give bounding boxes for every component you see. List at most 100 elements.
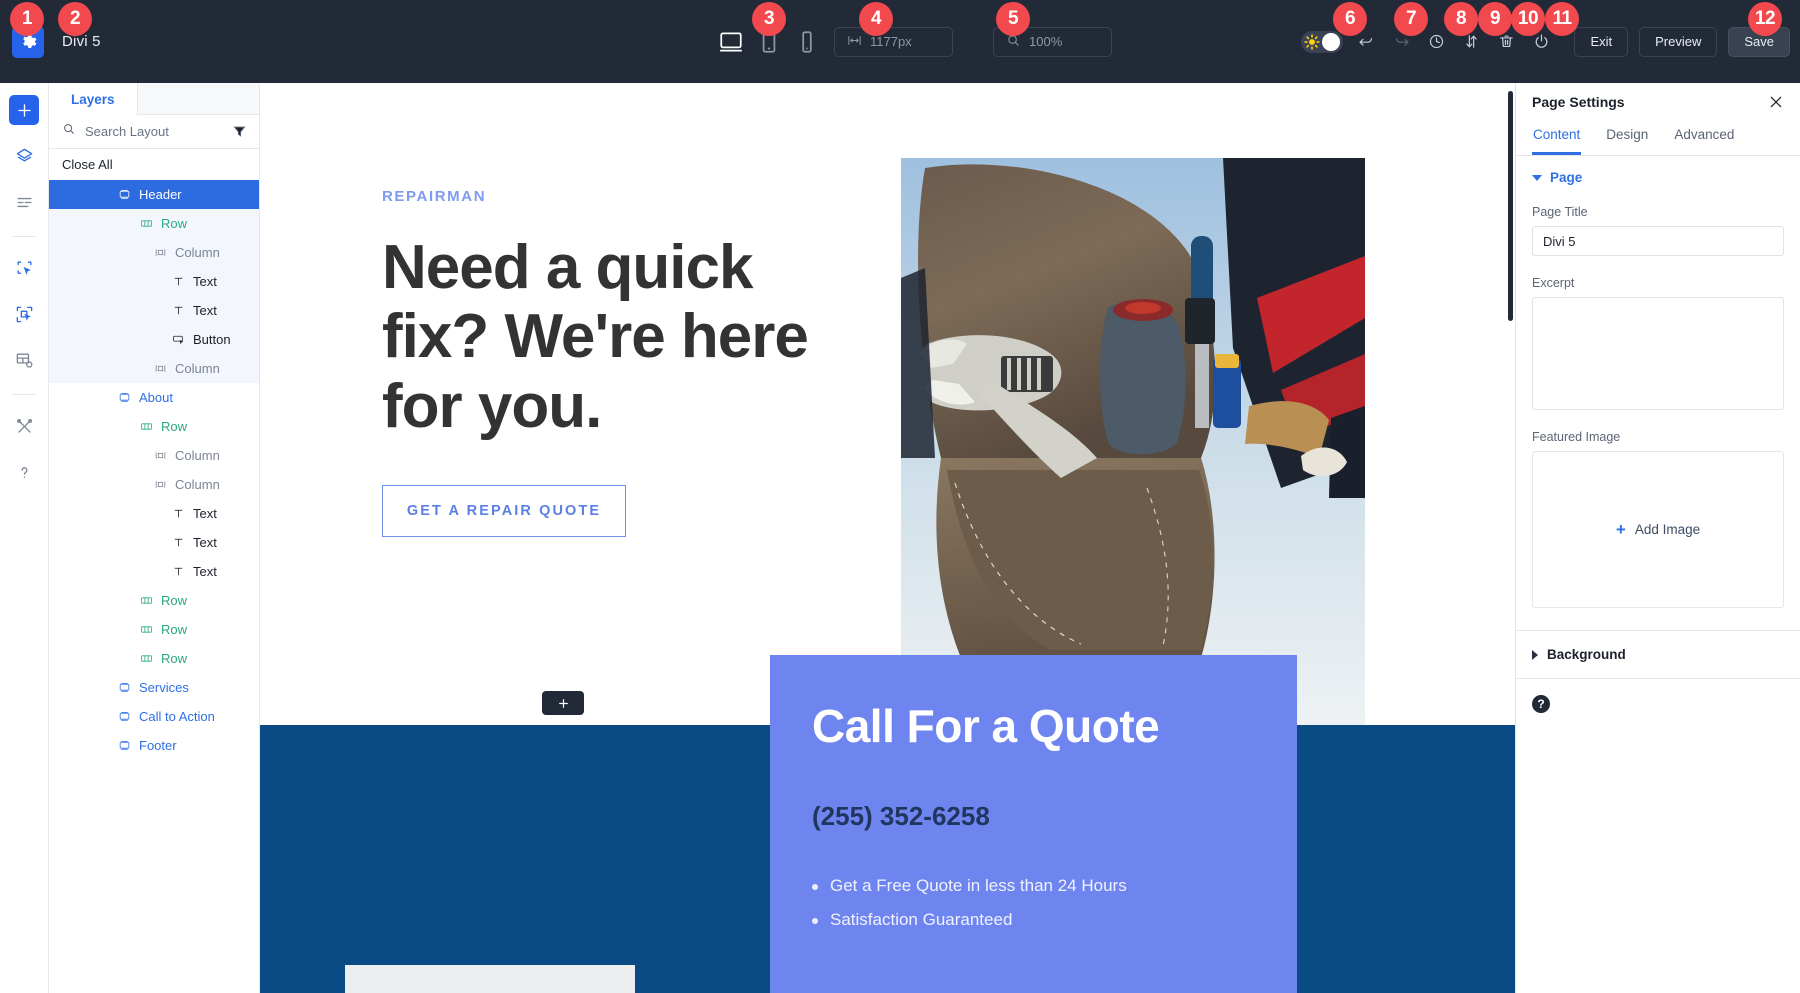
row-icon (139, 622, 154, 637)
column-icon (153, 361, 168, 376)
page-accordion-toggle[interactable]: Page (1532, 170, 1784, 185)
marker-7: 7 (1394, 2, 1428, 36)
select-element-button[interactable] (9, 253, 39, 283)
marker-12: 12 (1748, 2, 1782, 36)
get-a-repair-quote-button[interactable]: GET A REPAIR QUOTE (382, 485, 626, 538)
layer-item-text[interactable]: Text (49, 267, 259, 296)
desktop-icon[interactable] (718, 29, 744, 55)
layer-item-column[interactable]: Column (49, 354, 259, 383)
layer-item-row[interactable]: Row (49, 644, 259, 673)
layer-item-label: Row (161, 622, 188, 637)
layer-item-label: Column (175, 477, 220, 492)
layer-item-column[interactable]: Column (49, 441, 259, 470)
question-mark-icon[interactable] (9, 457, 39, 487)
layer-item-row[interactable]: Row (49, 615, 259, 644)
viewport-width-field[interactable] (834, 26, 953, 57)
add-module-button[interactable] (9, 95, 39, 125)
layer-item-label: Row (161, 419, 188, 434)
layers-list: Header Row Column Text Text Button Column About… (49, 180, 259, 760)
layer-item-text[interactable]: Text (49, 296, 259, 325)
phone-icon[interactable] (794, 29, 820, 55)
question-icon[interactable]: ? (1532, 695, 1550, 713)
hero-section[interactable]: REPAIRMAN Need a quick fix? We're here f… (260, 83, 1515, 725)
add-row-button[interactable] (542, 691, 584, 715)
width-input[interactable] (870, 34, 940, 49)
marker-9: 9 (1478, 2, 1512, 36)
layer-item-text[interactable]: Text (49, 557, 259, 586)
layer-item-row[interactable]: Row (49, 412, 259, 441)
filter-icon[interactable] (233, 125, 246, 138)
rail-divider-2 (12, 394, 36, 395)
layer-item-text[interactable]: Text (49, 528, 259, 557)
layers-panel: Layers Search Layout Close All Header Row… (49, 83, 260, 993)
panel-title: Page Settings (1532, 94, 1625, 110)
page-title-input[interactable]: Divi 5 (1532, 226, 1784, 256)
layers-button[interactable] (9, 141, 39, 171)
marker-5: 5 (996, 2, 1030, 36)
next-section-card (345, 965, 635, 993)
section-icon (117, 390, 132, 405)
layers-search-bar[interactable]: Search Layout (49, 115, 259, 149)
multiselect-button[interactable] (9, 299, 39, 329)
layer-item-row[interactable]: Row (49, 209, 259, 238)
layer-item-column[interactable]: Column (49, 238, 259, 267)
cta-bullet: Satisfaction Guaranteed (812, 910, 1255, 930)
layer-item-text[interactable]: Text (49, 499, 259, 528)
excerpt-textarea[interactable] (1532, 297, 1784, 410)
layer-item-row[interactable]: Row (49, 586, 259, 615)
layer-item-label: Header (139, 187, 182, 202)
layer-item-header[interactable]: Header (49, 180, 259, 209)
layer-item-label: Text (193, 274, 217, 289)
clock-icon[interactable] (1424, 30, 1448, 54)
layer-item-label: Footer (139, 738, 177, 753)
zoom-input[interactable] (1029, 34, 1099, 49)
featured-image-label: Featured Image (1532, 430, 1621, 444)
preview-button[interactable]: Preview (1639, 26, 1718, 57)
editor-canvas[interactable]: REPAIRMAN Need a quick fix? We're here f… (260, 83, 1515, 993)
add-image-label: Add Image (1634, 522, 1701, 537)
section-icon (117, 187, 132, 202)
toggle-knob (1322, 32, 1341, 51)
background-accordion-toggle[interactable]: Background (1516, 631, 1800, 678)
call-for-quote-card[interactable]: Call For a Quote (255) 352-6258 Get a Fr… (770, 655, 1297, 993)
left-icon-rail (0, 83, 49, 993)
layer-item-footer[interactable]: Footer (49, 731, 259, 760)
close-all-button[interactable]: Close All (49, 149, 259, 180)
hero-text-column: REPAIRMAN Need a quick fix? We're here f… (382, 188, 852, 538)
tab-layers[interactable]: Layers (49, 83, 138, 115)
button-icon (171, 332, 186, 347)
panel-body: Page Page Title Divi 5 Excerpt Featured … (1516, 156, 1800, 608)
canvas-scrollbar[interactable] (1508, 91, 1513, 321)
layer-item-label: Column (175, 448, 220, 463)
layer-item-button[interactable]: Button (49, 325, 259, 354)
layer-item-services[interactable]: Services (49, 673, 259, 702)
marker-10: 10 (1511, 2, 1545, 36)
cta-bullet: Get a Free Quote in less than 24 Hours (812, 876, 1255, 896)
exit-button[interactable]: Exit (1574, 26, 1629, 57)
wrench-cross-icon[interactable] (9, 411, 39, 441)
layer-item-label: Text (193, 303, 217, 318)
theme-toggle[interactable] (1301, 30, 1344, 53)
layer-item-label: Text (193, 564, 217, 579)
list-view-button[interactable] (9, 187, 39, 217)
layer-item-about[interactable]: About (49, 383, 259, 412)
layer-item-column[interactable]: Column (49, 470, 259, 499)
chevron-right-icon (1532, 649, 1538, 660)
section-icon (117, 738, 132, 753)
tab-content[interactable]: Content (1532, 121, 1582, 155)
marker-8: 8 (1444, 2, 1478, 36)
sun-icon (1304, 33, 1321, 50)
add-image-dropzone[interactable]: + Add Image (1532, 451, 1784, 608)
page-accordion-label: Page (1550, 170, 1583, 185)
presets-button[interactable] (9, 345, 39, 375)
marker-4: 4 (859, 2, 893, 36)
cta-title: Call For a Quote (812, 700, 1160, 752)
layer-item-label: Row (161, 216, 188, 231)
text-icon (171, 506, 186, 521)
page-settings-panel: Page Settings Content Design Advanced Pa… (1515, 83, 1800, 993)
tab-advanced[interactable]: Advanced (1673, 121, 1735, 155)
search-input[interactable]: Search Layout (85, 124, 224, 139)
layer-item-call-to-action[interactable]: Call to Action (49, 702, 259, 731)
close-icon[interactable] (1768, 94, 1784, 110)
tab-design[interactable]: Design (1605, 121, 1649, 155)
